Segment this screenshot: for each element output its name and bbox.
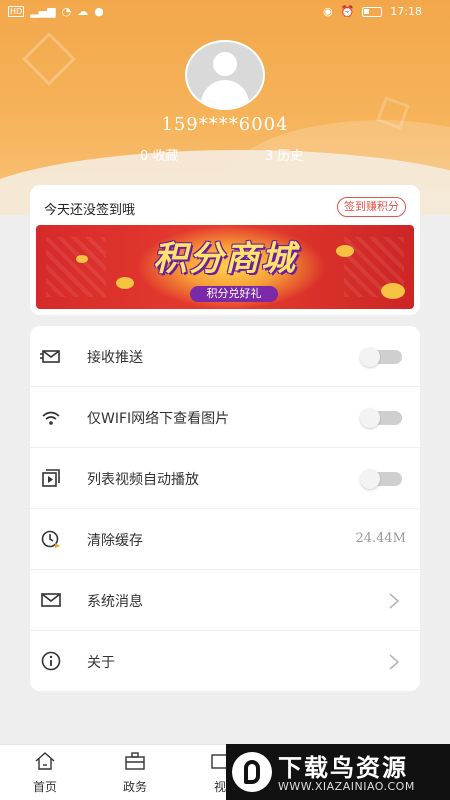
mail-icon — [41, 593, 61, 607]
info-icon — [41, 651, 61, 671]
banner-subtitle: 积分兑好礼 — [190, 286, 278, 302]
chevron-right-icon — [389, 654, 400, 670]
clock-clear-icon — [41, 530, 60, 548]
watermark-url: WWW.XIAZAINIAO.COM — [278, 780, 415, 793]
signin-button[interactable]: 签到赚积分 — [337, 197, 406, 217]
alarm-icon: ⏰ — [340, 5, 355, 18]
signin-prompt: 今天还没签到哦 — [44, 203, 136, 218]
wifi-icon — [42, 411, 60, 425]
avatar[interactable] — [185, 40, 265, 110]
chat-icon: ● — [94, 5, 104, 18]
setting-label: 系统消息 — [87, 594, 143, 610]
favorites-link[interactable]: 0 收藏 — [140, 145, 178, 164]
setting-label: 列表视频自动播放 — [87, 472, 199, 488]
battery-icon — [362, 6, 383, 17]
autoplay-toggle[interactable] — [360, 469, 402, 489]
bird-logo-icon — [232, 752, 272, 792]
banner-title: 积分商城 — [153, 239, 297, 279]
setting-push[interactable]: 接收推送 — [30, 326, 420, 387]
header-decoration — [22, 32, 76, 86]
nav-home[interactable]: 首页 — [15, 751, 75, 795]
user-phone: 159****6004 — [161, 114, 289, 135]
watermark-logo: 下载鸟资源 WWW.XIAZAINIAO.COM — [226, 744, 450, 800]
nav-label: 政务 — [122, 780, 147, 794]
wifi-status-icon: ◔ — [61, 5, 72, 18]
points-mall-banner[interactable]: 积分商城 积分兑好礼 — [36, 225, 414, 309]
video-play-icon — [42, 469, 60, 487]
setting-clear-cache[interactable]: 清除缓存 24.44M — [30, 509, 420, 570]
clock-time: 17:18 — [390, 5, 422, 18]
setting-label: 关于 — [87, 655, 115, 671]
settings-list: 接收推送 仅WIFI网络下查看图片 列表视频自动播放 清除缓存 24.44M 系… — [30, 326, 420, 691]
signal-icon: ▂▄▆ — [30, 5, 56, 18]
setting-about[interactable]: 关于 — [30, 631, 420, 691]
push-notification-icon — [40, 350, 60, 363]
setting-label: 清除缓存 — [87, 533, 143, 549]
setting-wifi-images[interactable]: 仅WIFI网络下查看图片 — [30, 387, 420, 448]
default-avatar-icon — [187, 42, 263, 108]
nav-government[interactable]: 政务 — [105, 751, 165, 795]
setting-system-messages[interactable]: 系统消息 — [30, 570, 420, 631]
setting-autoplay[interactable]: 列表视频自动播放 — [30, 448, 420, 509]
briefcase-icon — [125, 752, 145, 770]
cache-size: 24.44M — [355, 531, 406, 546]
cloud-icon: ☁ — [77, 5, 89, 18]
wifi-images-toggle[interactable] — [360, 408, 402, 428]
setting-label: 接收推送 — [87, 350, 143, 366]
profile-header: HD ▂▄▆ ◔ ☁ ● ◉ ⏰ 17:18 159****6004 0 收藏 … — [0, 0, 450, 215]
history-link[interactable]: 3 历史 — [265, 145, 303, 164]
chevron-right-icon — [389, 593, 400, 609]
setting-label: 仅WIFI网络下查看图片 — [87, 411, 230, 427]
nav-label: 首页 — [32, 780, 57, 794]
hd-indicator: HD — [8, 6, 25, 17]
coin-icon — [381, 283, 405, 299]
watermark-title: 下载鸟资源 — [278, 754, 408, 782]
home-icon — [35, 752, 55, 770]
status-bar: HD ▂▄▆ ◔ ☁ ● ◉ ⏰ 17:18 — [0, 0, 450, 24]
eye-icon: ◉ — [322, 5, 333, 18]
push-toggle[interactable] — [360, 347, 402, 367]
signin-card: 今天还没签到哦 签到赚积分 积分商城 积分兑好礼 — [30, 185, 420, 315]
